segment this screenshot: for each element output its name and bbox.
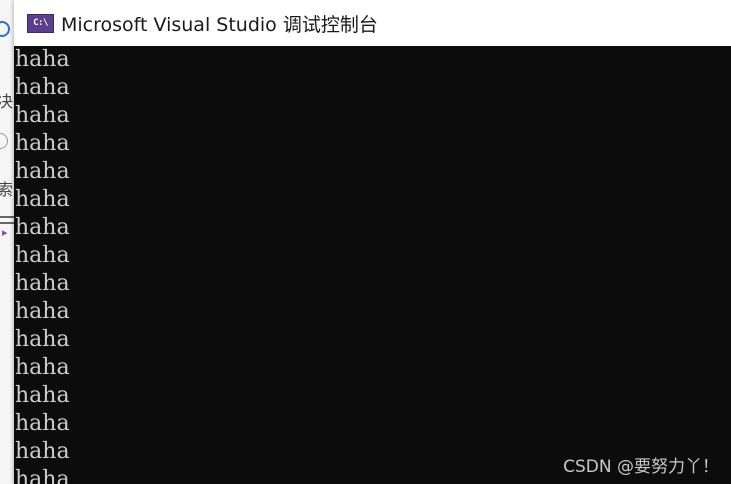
window-title: Microsoft Visual Studio 调试控制台 bbox=[61, 13, 378, 36]
console-line: haha bbox=[15, 467, 70, 484]
screen: 决 索 ▸ C:\ Microsoft Visual Studio 调试控制台 … bbox=[0, 0, 731, 484]
background-text-fragment: 索 bbox=[0, 180, 14, 199]
radio-icon[interactable] bbox=[0, 133, 8, 149]
back-arrow-icon[interactable] bbox=[0, 21, 10, 37]
console-line: haha bbox=[15, 187, 70, 212]
console-line: haha bbox=[15, 131, 70, 156]
visual-studio-icon: ▸ bbox=[2, 226, 8, 239]
console-window[interactable]: C:\ Microsoft Visual Studio 调试控制台 haha ha… bbox=[14, 0, 731, 484]
console-line: haha bbox=[15, 411, 70, 436]
console-line: haha bbox=[15, 243, 70, 268]
console-line: haha bbox=[15, 271, 70, 296]
console-app-icon: C:\ bbox=[27, 13, 54, 33]
console-line: haha bbox=[15, 215, 70, 240]
background-window: 决 索 ▸ bbox=[0, 0, 14, 484]
menu-lines-icon bbox=[0, 216, 14, 224]
console-line: haha bbox=[15, 299, 70, 324]
console-output[interactable]: haha haha haha haha haha haha haha haha haha haha… bbox=[14, 46, 731, 484]
background-text-fragment: 决 bbox=[0, 92, 14, 111]
console-line: haha bbox=[15, 103, 70, 128]
title-bar[interactable]: C:\ Microsoft Visual Studio 调试控制台 bbox=[14, 0, 731, 46]
console-line: haha bbox=[15, 439, 70, 464]
console-line: haha bbox=[15, 355, 70, 380]
console-line: haha bbox=[15, 75, 70, 100]
watermark: CSDN @要努力丫！ bbox=[563, 457, 719, 477]
console-line: haha bbox=[15, 47, 70, 72]
console-line: haha bbox=[15, 327, 70, 352]
console-line: haha bbox=[15, 383, 70, 408]
console-line: haha bbox=[15, 159, 70, 184]
